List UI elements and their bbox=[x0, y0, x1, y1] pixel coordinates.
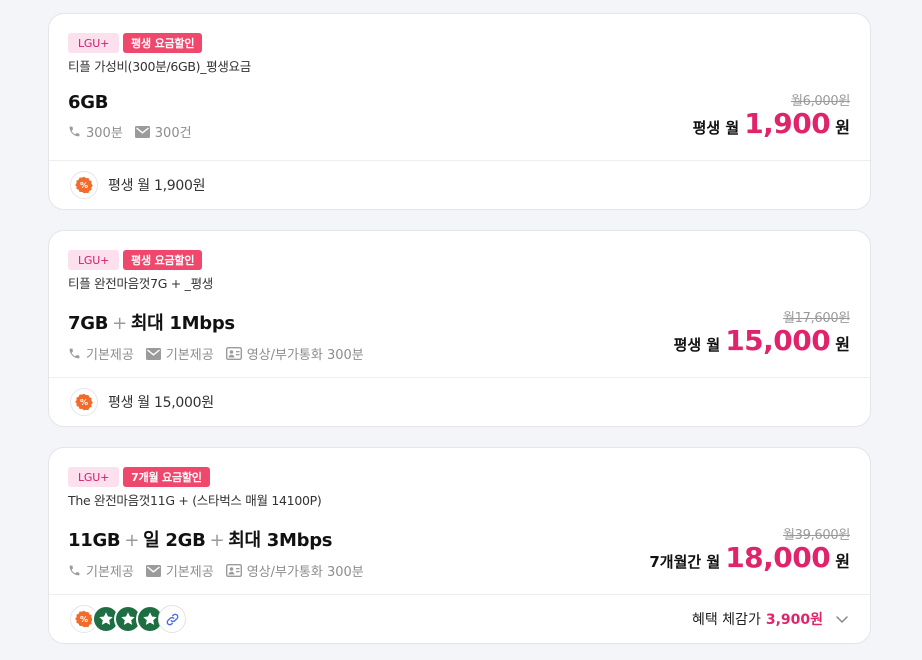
mail-icon bbox=[145, 347, 161, 360]
felt-price-value: 3,900원 bbox=[765, 612, 823, 628]
data-amount: 7GB bbox=[68, 313, 109, 334]
phone-icon bbox=[69, 565, 80, 576]
price-unit: 원 bbox=[835, 335, 850, 354]
discount-icon: % bbox=[70, 388, 98, 416]
feature-sms: 기본제공 bbox=[145, 344, 214, 363]
data-throttle-speed: 최대 1Mbps bbox=[130, 313, 235, 334]
data-amount: 6GB bbox=[68, 92, 109, 113]
feature-text: 기본제공 bbox=[165, 348, 214, 363]
feature-voice: 기본제공 bbox=[68, 561, 134, 580]
svg-text:%: % bbox=[80, 614, 88, 624]
feature-video-call: 영상/부가통화 300분 bbox=[225, 561, 364, 580]
plan-badges: LGU+ 평생 요금할인 bbox=[68, 33, 850, 53]
benefit-text: 평생 월 1,900원 bbox=[108, 178, 206, 194]
price-prefix: 평생 월 bbox=[692, 119, 740, 137]
benefit-text: 평생 월 15,000원 bbox=[108, 395, 214, 411]
carrier-badge: LGU+ bbox=[68, 33, 120, 53]
benefit-summary: % 평생 월 15,000원 bbox=[70, 388, 214, 416]
feature-text: 기본제공 bbox=[86, 565, 134, 580]
mail-icon bbox=[145, 564, 161, 577]
benefit-icons: % bbox=[70, 605, 186, 633]
feature-text: 영상/부가통화 300분 bbox=[246, 348, 364, 363]
feature-text: 영상/부가통화 300분 bbox=[246, 565, 364, 580]
plan-card-main: LGU+ 평생 요금할인 티플 완전마음껏7G + _평생 7GB + 최대 1Mb… bbox=[49, 231, 870, 377]
price-block: 월17,600원 평생 월 15,000 원 bbox=[674, 307, 851, 357]
carrier-badge: LGU+ bbox=[68, 467, 120, 487]
video-call-icon bbox=[225, 564, 242, 577]
plan-name: 티플 완전마음껏7G + _평생 bbox=[68, 276, 213, 291]
promo-badge: 평생 요금할인 bbox=[123, 250, 203, 270]
link-icon bbox=[158, 605, 186, 633]
price-prefix: 7개월간 월 bbox=[649, 553, 721, 571]
price-amount: 1,900 bbox=[744, 107, 831, 140]
plan-badges: LGU+ 7개월 요금할인 bbox=[68, 467, 850, 487]
feature-voice: 300분 bbox=[68, 122, 123, 141]
promo-badge: 7개월 요금할인 bbox=[123, 467, 210, 487]
price-unit: 원 bbox=[835, 552, 850, 571]
plan-card[interactable]: LGU+ 평생 요금할인 티플 완전마음껏7G + _평생 7GB + 최대 1Mb… bbox=[48, 230, 871, 427]
plan-card-main: LGU+ 7개월 요금할인 The 완전마음껏11G + (스타벅스 매월 14… bbox=[49, 448, 870, 594]
feature-sms: 300건 bbox=[134, 122, 192, 141]
feature-video-call: 영상/부가통화 300분 bbox=[225, 344, 364, 363]
carrier-badge: LGU+ bbox=[68, 250, 120, 270]
video-call-icon bbox=[225, 347, 242, 360]
felt-price-label: 혜택 체감가 bbox=[691, 612, 761, 628]
plan-name: 티플 가성비(300분/6GB)_평생요금 bbox=[68, 59, 251, 74]
chevron-down-icon[interactable] bbox=[834, 611, 850, 627]
mail-icon bbox=[134, 125, 150, 138]
price-block: 월6,000원 평생 월 1,900 원 bbox=[693, 90, 851, 140]
price-prefix: 평생 월 bbox=[673, 336, 721, 354]
svg-text:%: % bbox=[80, 180, 88, 190]
feature-text: 300건 bbox=[154, 126, 192, 141]
price-block: 월39,600원 7개월간 월 18,000 원 bbox=[649, 524, 850, 574]
discount-icon: % bbox=[70, 171, 98, 199]
benefit-summary: % 평생 월 1,900원 bbox=[70, 171, 206, 199]
promo-badge: 평생 요금할인 bbox=[123, 33, 203, 53]
svg-text:%: % bbox=[80, 397, 88, 407]
data-daily: 일 2GB bbox=[143, 530, 206, 551]
price-amount: 18,000 bbox=[725, 541, 831, 574]
feature-text: 기본제공 bbox=[86, 348, 134, 363]
plus-separator: + bbox=[209, 530, 225, 551]
final-price: 평생 월 15,000 원 bbox=[674, 324, 850, 357]
plan-badges: LGU+ 평생 요금할인 bbox=[68, 250, 850, 270]
feature-sms: 기본제공 bbox=[145, 561, 214, 580]
data-amount: 11GB bbox=[68, 530, 121, 551]
price-amount: 15,000 bbox=[725, 324, 831, 357]
plan-card-benefit: % 평생 월 1,900원 bbox=[49, 160, 870, 209]
plus-separator: + bbox=[124, 530, 140, 551]
phone-icon bbox=[69, 126, 80, 137]
price-unit: 원 bbox=[835, 118, 850, 137]
felt-price-toggle[interactable]: 혜택 체감가 3,900원 bbox=[692, 609, 850, 629]
phone-icon bbox=[69, 348, 80, 359]
final-price: 평생 월 1,900 원 bbox=[693, 107, 850, 140]
plus-separator: + bbox=[112, 313, 127, 334]
plan-card-benefit: % 혜택 체감가 3,900원 bbox=[49, 594, 870, 643]
plan-card-main: LGU+ 평생 요금할인 티플 가성비(300분/6GB)_평생요금 6GB 3… bbox=[49, 14, 870, 160]
final-price: 7개월간 월 18,000 원 bbox=[649, 541, 850, 574]
feature-text: 300분 bbox=[86, 126, 123, 141]
feature-voice: 기본제공 bbox=[68, 344, 134, 363]
plan-card[interactable]: LGU+ 7개월 요금할인 The 완전마음껏11G + (스타벅스 매월 14… bbox=[48, 447, 871, 644]
data-throttle-speed: 최대 3Mbps bbox=[228, 530, 333, 551]
plan-name: The 완전마음껏11G + (스타벅스 매월 14100P) bbox=[68, 493, 322, 508]
plan-card[interactable]: LGU+ 평생 요금할인 티플 가성비(300분/6GB)_평생요금 6GB 3… bbox=[48, 13, 871, 210]
plan-card-benefit: % 평생 월 15,000원 bbox=[49, 377, 870, 426]
feature-text: 기본제공 bbox=[165, 565, 214, 580]
